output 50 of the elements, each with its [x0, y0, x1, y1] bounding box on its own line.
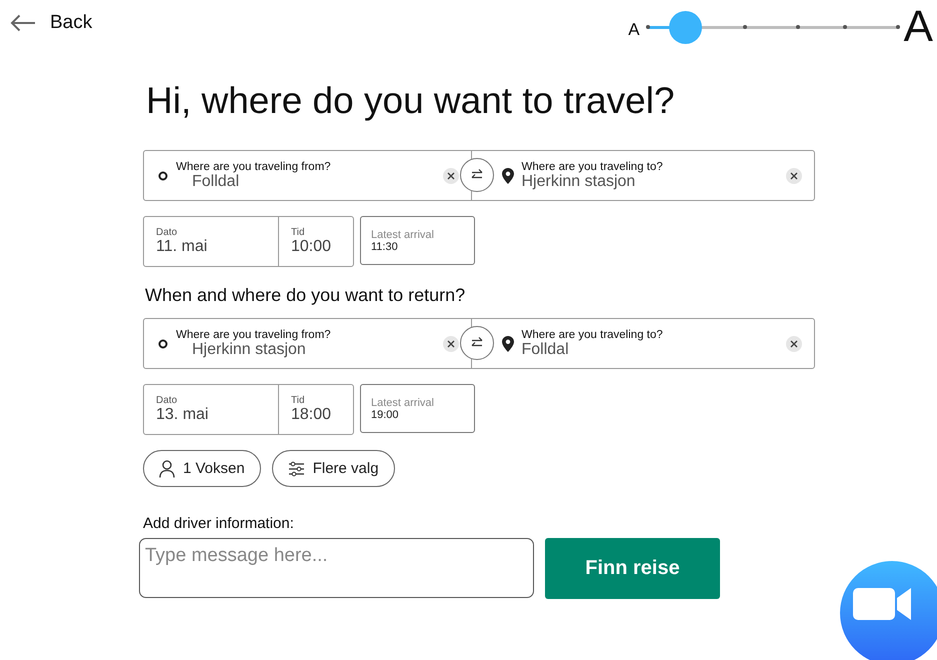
page-heading: Hi, where do you want to travel?	[146, 80, 676, 122]
slider-thumb[interactable]	[669, 10, 702, 44]
driver-info-label: Add driver information:	[143, 515, 295, 532]
close-icon	[446, 172, 454, 180]
close-icon	[446, 340, 454, 348]
date-value: 13. mai	[156, 406, 210, 424]
swap-button[interactable]	[460, 158, 494, 192]
pin-icon	[502, 336, 514, 352]
clear-button[interactable]	[442, 336, 458, 352]
field-label: Where are you traveling from?	[176, 160, 332, 172]
field-label: Where are you traveling from?	[176, 328, 332, 340]
clear-button[interactable]	[786, 336, 802, 352]
field-label: Tid	[291, 227, 306, 238]
sliders-icon	[288, 460, 305, 476]
origin-icon	[158, 170, 168, 180]
time-value: 18:00	[291, 406, 332, 424]
date-time-field[interactable]: Dato 13. mai Tid 18:00	[143, 384, 354, 435]
swap-button[interactable]	[460, 326, 494, 360]
back-button[interactable]: Back	[0, 12, 92, 34]
close-icon	[790, 172, 798, 180]
passengers-button[interactable]: 1 Voksen	[143, 450, 261, 487]
clear-button[interactable]	[786, 168, 802, 184]
date-value: 11. mai	[156, 238, 208, 256]
back-arrow-icon	[10, 14, 36, 32]
destination-value[interactable]: Folldal	[522, 340, 778, 358]
origin-value[interactable]: Folldal	[192, 172, 434, 190]
more-options-button[interactable]: Flere valg	[272, 450, 395, 487]
clear-button[interactable]	[442, 168, 458, 184]
person-icon	[159, 460, 175, 478]
small-text-label: A	[628, 20, 640, 40]
field-label: Dato	[156, 395, 178, 406]
date-time-field[interactable]: Dato 11. mai Tid 10:00	[143, 216, 354, 267]
origin-icon	[158, 338, 168, 348]
field-label: Where are you traveling to?	[522, 160, 664, 172]
search-button[interactable]: Finn reise	[545, 538, 720, 599]
message-field[interactable]: Type message here...	[139, 538, 534, 598]
close-icon	[790, 340, 798, 348]
latest-arrival-field[interactable]: Latest arrival 19:00	[360, 384, 475, 433]
text-size-slider[interactable]	[648, 10, 898, 44]
large-text-label: A	[904, 4, 933, 50]
time-value: 10:00	[291, 238, 332, 256]
field-label: Dato	[156, 227, 178, 238]
field-label: Where are you traveling to?	[522, 328, 664, 340]
pin-icon	[502, 168, 514, 184]
section-heading: When and where do you want to return?	[145, 285, 466, 306]
video-camera-icon	[853, 586, 913, 622]
latest-arrival-field[interactable]: Latest arrival 11:30	[360, 216, 475, 265]
origin-value[interactable]: Hjerkinn stasjon	[192, 340, 434, 358]
destination-value[interactable]: Hjerkinn stasjon	[522, 172, 778, 190]
field-label: Tid	[291, 395, 306, 406]
